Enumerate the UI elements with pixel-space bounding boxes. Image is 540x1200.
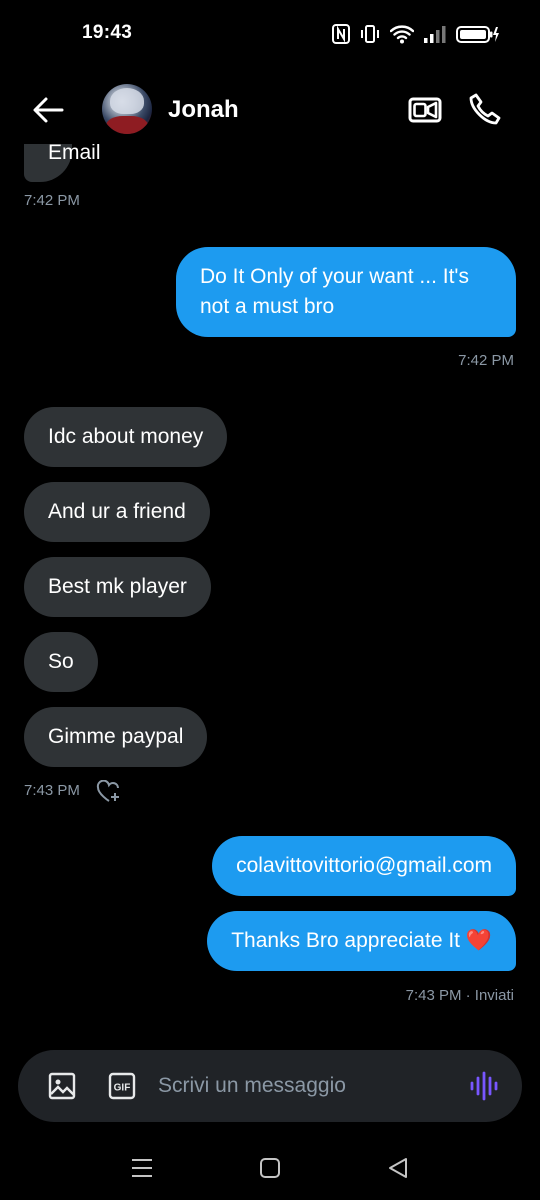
incoming-message[interactable]: Idc about money bbox=[24, 407, 228, 467]
home-icon[interactable] bbox=[256, 1156, 284, 1180]
image-icon[interactable] bbox=[48, 1072, 76, 1100]
message-timestamp: 7:43 PM bbox=[24, 782, 80, 799]
incoming-message[interactable]: So bbox=[24, 632, 98, 692]
contact-avatar[interactable] bbox=[102, 84, 152, 134]
outgoing-message[interactable]: colavittovittorio@gmail.com bbox=[212, 836, 516, 896]
heart-plus-icon[interactable] bbox=[96, 780, 122, 804]
contact-name[interactable]: Jonah bbox=[168, 96, 239, 124]
video-call-icon[interactable] bbox=[408, 94, 442, 126]
message-input[interactable] bbox=[158, 1070, 458, 1102]
battery-icon bbox=[456, 26, 499, 43]
incoming-message[interactable]: Best mk player bbox=[24, 557, 211, 617]
message-timestamp: 7:42 PM bbox=[458, 352, 514, 369]
phone-call-icon[interactable] bbox=[468, 92, 502, 126]
back-arrow-icon[interactable] bbox=[30, 94, 66, 126]
message-composer: GIF bbox=[18, 1050, 522, 1122]
outgoing-message[interactable]: Thanks Bro appreciate It ❤️ bbox=[207, 911, 516, 971]
message-timestamp: 7:42 PM bbox=[24, 192, 80, 209]
status-icons bbox=[332, 22, 500, 46]
svg-text:GIF: GIF bbox=[114, 1083, 131, 1094]
back-icon[interactable] bbox=[384, 1156, 412, 1180]
outgoing-message[interactable]: Do It Only of your want ... It's not a m… bbox=[176, 247, 516, 337]
wifi-icon bbox=[390, 25, 414, 44]
voice-message-icon[interactable] bbox=[468, 1070, 500, 1102]
incoming-message[interactable]: And ur a friend bbox=[24, 482, 210, 542]
conversation-header: Jonah bbox=[0, 76, 540, 144]
nfc-icon bbox=[332, 24, 350, 44]
status-time: 19:43 bbox=[82, 22, 133, 43]
incoming-message[interactable]: Gimme paypal bbox=[24, 707, 208, 767]
signal-icon bbox=[424, 26, 446, 43]
vibrate-icon bbox=[361, 25, 379, 43]
menu-icon[interactable] bbox=[128, 1156, 156, 1180]
gif-icon[interactable]: GIF bbox=[108, 1072, 136, 1100]
message-status: 7:43 PM · Inviati bbox=[405, 987, 514, 1004]
system-nav-bar bbox=[0, 1140, 540, 1200]
status-bar: 19:43 bbox=[0, 0, 540, 70]
